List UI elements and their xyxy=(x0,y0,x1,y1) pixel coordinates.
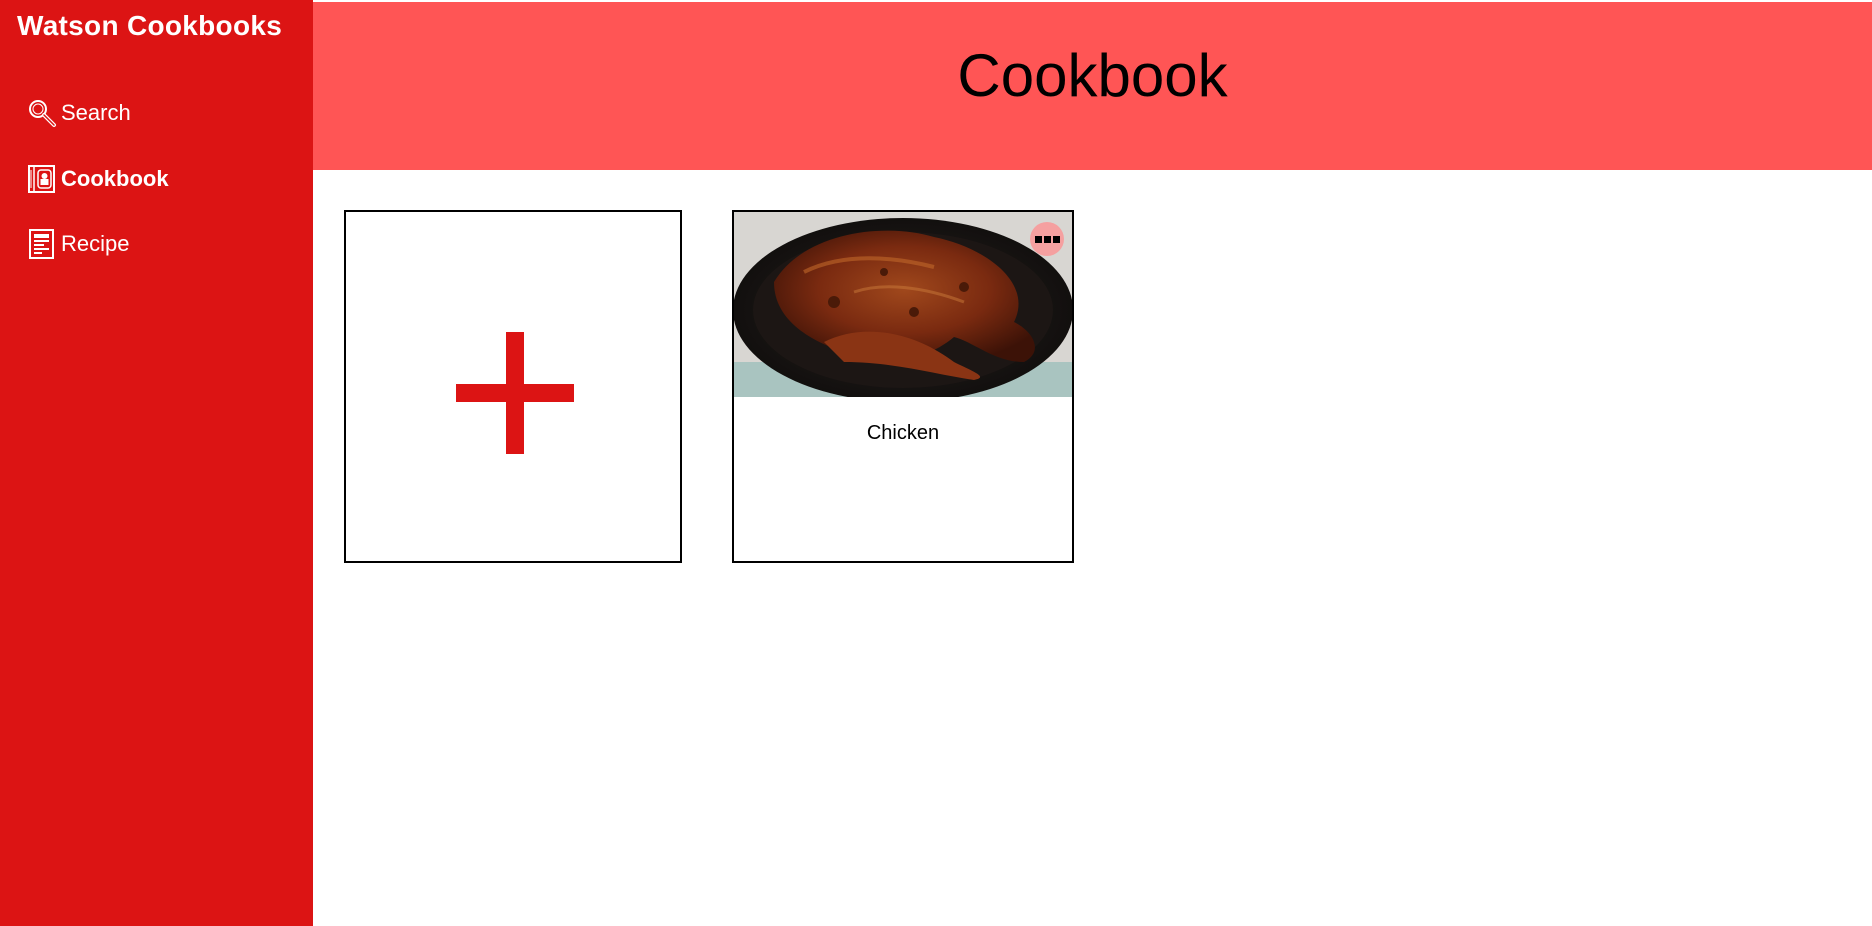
recipe-icon xyxy=(27,229,57,259)
sidebar-item-label: Search xyxy=(61,100,131,125)
sidebar: Watson Cookbooks Search Cookbook Recipe xyxy=(0,0,313,926)
recipe-name: Chicken xyxy=(866,422,940,444)
sidebar-item-cookbook[interactable]: Cookbook xyxy=(27,163,169,195)
cookbook-icon xyxy=(27,164,57,194)
add-recipe-card[interactable] xyxy=(344,210,682,563)
sidebar-item-label: Recipe xyxy=(61,231,130,256)
sidebar-item-recipe[interactable]: Recipe xyxy=(27,228,129,260)
recipe-card[interactable]: Chicken xyxy=(732,210,1074,563)
sidebar-item-search[interactable]: Search xyxy=(27,97,131,129)
sidebar-item-label: Cookbook xyxy=(61,166,169,191)
recipe-image[interactable] xyxy=(734,212,1072,397)
page-title: Cookbook xyxy=(957,42,1228,109)
app-root: Watson Cookbooks Search Cookbook Recipe … xyxy=(0,0,1872,926)
search-icon xyxy=(27,98,57,128)
more-options-icon xyxy=(1034,235,1060,243)
brand-title: Watson Cookbooks xyxy=(17,10,283,41)
page-header: Cookbook xyxy=(313,0,1872,170)
plus-icon xyxy=(456,332,574,454)
more-options-button[interactable] xyxy=(1030,222,1064,256)
